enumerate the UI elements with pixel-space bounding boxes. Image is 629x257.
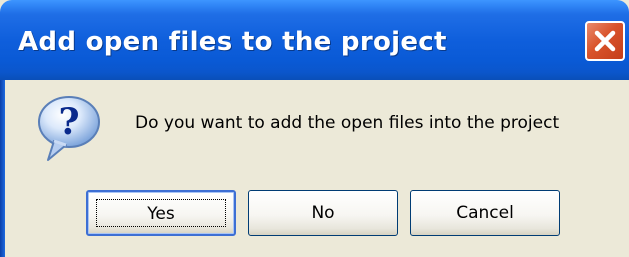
- window-title: Add open files to the project: [18, 27, 447, 57]
- close-icon: [594, 30, 616, 52]
- cancel-button[interactable]: Cancel: [410, 190, 560, 236]
- svg-text:?: ?: [58, 101, 79, 143]
- yes-button-label: Yes: [147, 204, 175, 224]
- yes-button[interactable]: Yes: [86, 190, 236, 236]
- question-icon: ?: [30, 92, 110, 174]
- dialog-message: Do you want to add the open files into t…: [135, 113, 560, 133]
- no-button[interactable]: No: [248, 190, 398, 236]
- close-button[interactable]: [585, 21, 625, 61]
- title-bar[interactable]: Add open files to the project: [0, 0, 629, 80]
- dialog-window: Add open files to the project ? Do you w…: [0, 0, 629, 257]
- window-frame-left: [0, 80, 5, 257]
- cancel-button-label: Cancel: [456, 203, 514, 223]
- no-button-label: No: [311, 203, 335, 223]
